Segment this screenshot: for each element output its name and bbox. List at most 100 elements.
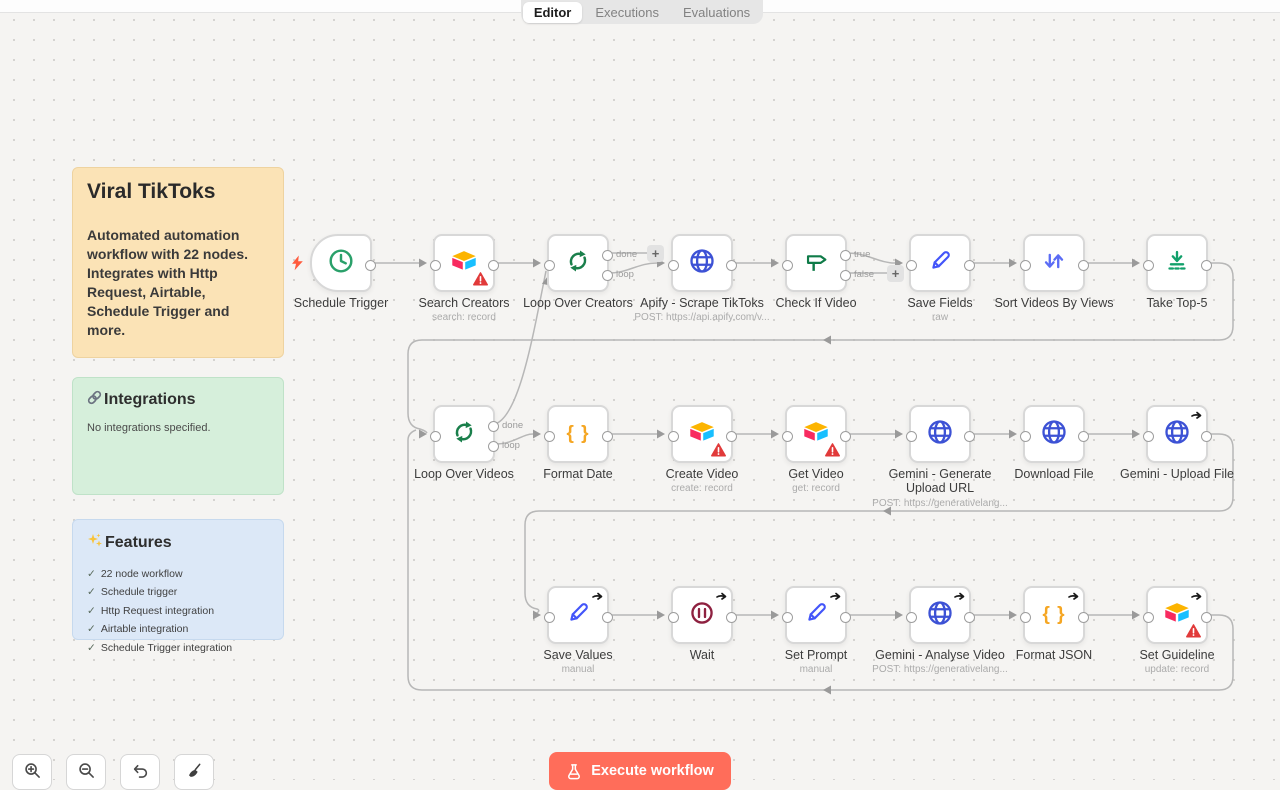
node-label: Check If Video [745, 296, 887, 310]
node-format-json: { } Format JSON [1023, 586, 1085, 644]
output-port[interactable] [726, 431, 737, 442]
output-port[interactable] [602, 612, 613, 623]
execute-workflow-label: Execute workflow [591, 763, 713, 779]
jump-arrow-icon [1067, 590, 1079, 602]
sticky-note-overview[interactable]: Viral TikToks Automated automation workf… [72, 167, 284, 358]
broom-icon [186, 762, 203, 784]
output-port-loop[interactable] [488, 441, 499, 452]
input-port[interactable] [1020, 612, 1031, 623]
output-port[interactable] [1078, 612, 1089, 623]
output-port[interactable] [1201, 431, 1212, 442]
output-port[interactable] [964, 612, 975, 623]
node-gemini-analyse-video: Gemini - Analyse Video POST: https://gen… [909, 586, 971, 644]
jump-arrow-icon [715, 590, 727, 602]
output-port[interactable] [964, 431, 975, 442]
output-port[interactable] [1078, 260, 1089, 271]
output-port[interactable] [840, 612, 851, 623]
list-item: ✓Schedule trigger [87, 583, 269, 601]
input-port[interactable] [1020, 260, 1031, 271]
output-port-done[interactable] [488, 421, 499, 432]
warning-icon [1186, 624, 1201, 638]
workflow-canvas[interactable]: Editor Executions Evaluations Viral TikT… [0, 0, 1280, 780]
output-port[interactable] [1078, 431, 1089, 442]
execute-workflow-button[interactable]: Execute workflow [549, 752, 731, 790]
input-port[interactable] [906, 612, 917, 623]
pause-icon [687, 598, 717, 633]
zoom-out-icon [78, 762, 95, 784]
input-port[interactable] [782, 431, 793, 442]
input-port[interactable] [782, 260, 793, 271]
input-port[interactable] [430, 260, 441, 271]
note-title: Integrations [104, 391, 196, 409]
output-port[interactable] [602, 431, 613, 442]
input-port[interactable] [430, 431, 441, 442]
output-port[interactable] [1201, 260, 1212, 271]
zoom-out-button[interactable] [66, 754, 106, 790]
sticky-note-features[interactable]: Features ✓22 node workflow ✓Schedule tri… [72, 519, 284, 640]
node-subtitle: POST: https://generativelang... [855, 498, 1025, 509]
undo-button[interactable] [120, 754, 160, 790]
trigger-bolt-icon [291, 255, 304, 271]
output-port-done[interactable] [602, 250, 613, 261]
output-port[interactable] [726, 260, 737, 271]
node-sort-videos-by-views: Sort Videos By Views [1023, 234, 1085, 292]
output-port[interactable] [726, 612, 737, 623]
tab-evaluations[interactable]: Evaluations [672, 2, 761, 23]
add-node-button[interactable]: + [647, 245, 664, 262]
input-port[interactable] [906, 260, 917, 271]
tab-editor[interactable]: Editor [523, 2, 583, 23]
output-port-true[interactable] [840, 250, 851, 261]
input-port[interactable] [1143, 260, 1154, 271]
output-port[interactable] [1201, 612, 1212, 623]
node-apify-scrape-tiktoks: Apify - Scrape TikToks POST: https://api… [671, 234, 733, 292]
output-port-false[interactable] [840, 270, 851, 281]
warning-icon [711, 443, 726, 457]
node-label: Format JSON [983, 648, 1125, 662]
zoom-in-button[interactable] [12, 754, 52, 790]
output-port[interactable] [365, 260, 376, 271]
tab-executions[interactable]: Executions [584, 2, 670, 23]
sticky-note-integrations[interactable]: Integrations No integrations specified. [72, 377, 284, 495]
add-node-button[interactable]: + [887, 265, 904, 282]
globe-icon [925, 417, 955, 452]
node-subtitle: POST: https://api.apify.com/v... [617, 312, 787, 323]
node-label: Download File [983, 467, 1125, 481]
output-port-loop[interactable] [602, 270, 613, 281]
node-subtitle: manual [493, 664, 663, 675]
input-port[interactable] [544, 260, 555, 271]
input-port[interactable] [782, 612, 793, 623]
feature-list: ✓22 node workflow ✓Schedule trigger ✓Htt… [87, 565, 269, 657]
tidy-up-button[interactable] [174, 754, 214, 790]
node-save-fields: Save Fields raw [909, 234, 971, 292]
output-port[interactable] [840, 431, 851, 442]
port-label-true: true [854, 250, 870, 260]
node-set-guideline: Set Guideline update: record [1146, 586, 1208, 644]
zoom-in-icon [24, 762, 41, 784]
port-label-loop: loop [502, 441, 520, 451]
node-subtitle: raw [855, 312, 1025, 323]
link-icon [87, 390, 102, 410]
input-port[interactable] [668, 612, 679, 623]
node-label: Set Guideline [1106, 648, 1248, 662]
pencil-icon [801, 598, 831, 633]
input-port[interactable] [1143, 431, 1154, 442]
jump-arrow-icon [829, 590, 841, 602]
node-gemini-generate-upload-url: Gemini - Generate Upload URL POST: https… [909, 405, 971, 463]
output-port[interactable] [964, 260, 975, 271]
input-port[interactable] [544, 612, 555, 623]
sort-icon [1039, 246, 1069, 281]
sparkles-icon [87, 532, 103, 553]
note-title: Features [105, 534, 172, 552]
input-port[interactable] [906, 431, 917, 442]
node-subtitle: POST: https://generativelang... [855, 664, 1025, 675]
input-port[interactable] [1143, 612, 1154, 623]
output-port[interactable] [488, 260, 499, 271]
input-port[interactable] [668, 431, 679, 442]
flask-icon [566, 763, 582, 780]
jump-arrow-icon [591, 590, 603, 602]
globe-icon [687, 246, 717, 281]
input-port[interactable] [544, 431, 555, 442]
loop-icon [449, 417, 479, 452]
input-port[interactable] [1020, 431, 1031, 442]
input-port[interactable] [668, 260, 679, 271]
